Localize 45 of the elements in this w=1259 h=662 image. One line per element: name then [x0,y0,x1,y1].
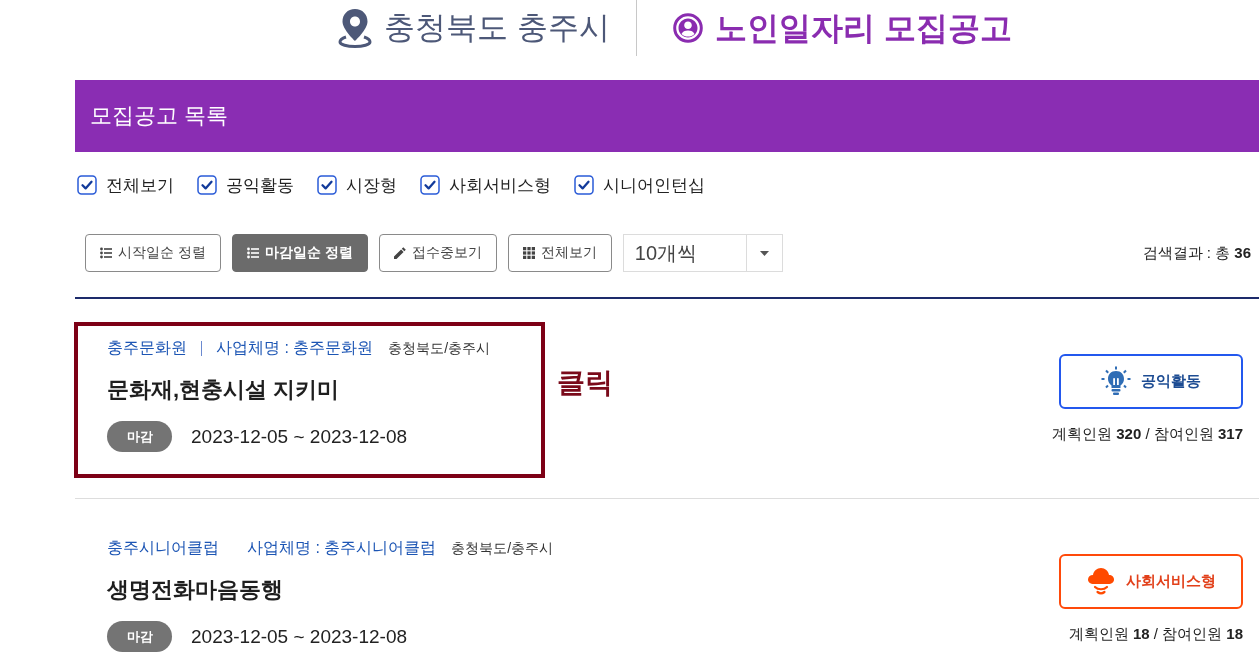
page-title: 노인일자리 모집공고 [714,9,1012,48]
lightbulb-icon [1101,366,1131,396]
filter-checkbox[interactable]: 공익활동 [197,173,294,197]
person-circle-icon [672,13,703,43]
checkbox-icon[interactable] [77,175,97,195]
status-badge: 마감 [107,421,172,452]
region-text: 충청북도/충주시 [388,339,491,358]
checkbox-icon[interactable] [197,175,217,195]
filter-checkbox[interactable]: 시니어인턴십 [574,173,705,197]
checkbox-icon[interactable] [574,175,594,195]
organization-link[interactable]: 충주시니어클럽 [107,536,219,560]
checkbox-icon[interactable] [420,175,440,195]
filter-checkbox[interactable]: 시장형 [317,173,397,197]
business-name: 사업체명 : 충주시니어클럽 [247,538,437,558]
category-button[interactable]: 사회서비스형 [1059,553,1243,609]
location-pin-icon [338,8,373,48]
toolbar-button[interactable]: 전체보기 [507,234,612,272]
list-icon [246,247,259,259]
click-label: 클릭 [557,366,613,400]
list-header-bar: 모집공고 목록 [75,80,1259,152]
headcount-text: 계획인원 320 / 참여인원 317 [1052,423,1243,444]
status-badge: 마감 [107,621,172,652]
caret-down-icon [759,250,769,256]
job-title[interactable]: 문화재,현충시설 지키미 [107,374,541,406]
location-text: 충청북도 충주시 [384,9,610,47]
checkbox-icon[interactable] [317,175,337,195]
organization-link[interactable]: 충주문화원 [107,336,187,360]
cloud-icon [1086,566,1116,596]
category-button[interactable]: 공익활동 [1059,353,1243,409]
job-title[interactable]: 생명전화마음동행 [107,574,541,606]
grid-icon [522,247,535,259]
toolbar-button[interactable]: 마감일순 정렬 [231,234,368,272]
filter-checkbox[interactable]: 전체보기 [77,173,174,197]
headcount-text: 계획인원 18 / 참여인원 18 [1068,623,1243,644]
list-icon [100,247,112,259]
result-count: 검색결과 : 총 36 [1142,243,1251,263]
pencil-icon [393,247,406,259]
date-range: 2023-12-05 ~ 2023-12-08 [191,625,408,648]
toolbar-button[interactable]: 접수중보기 [378,234,497,272]
business-name: 사업체명 : 충주문화원 [216,338,374,358]
region-text: 충청북도/충주시 [451,539,554,558]
date-range: 2023-12-05 ~ 2023-12-08 [191,425,408,448]
toolbar-button[interactable]: 시작일순 정렬 [85,234,221,272]
filter-checkbox[interactable]: 사회서비스형 [420,173,551,197]
page-size-select[interactable]: 10개씩 [622,234,783,272]
